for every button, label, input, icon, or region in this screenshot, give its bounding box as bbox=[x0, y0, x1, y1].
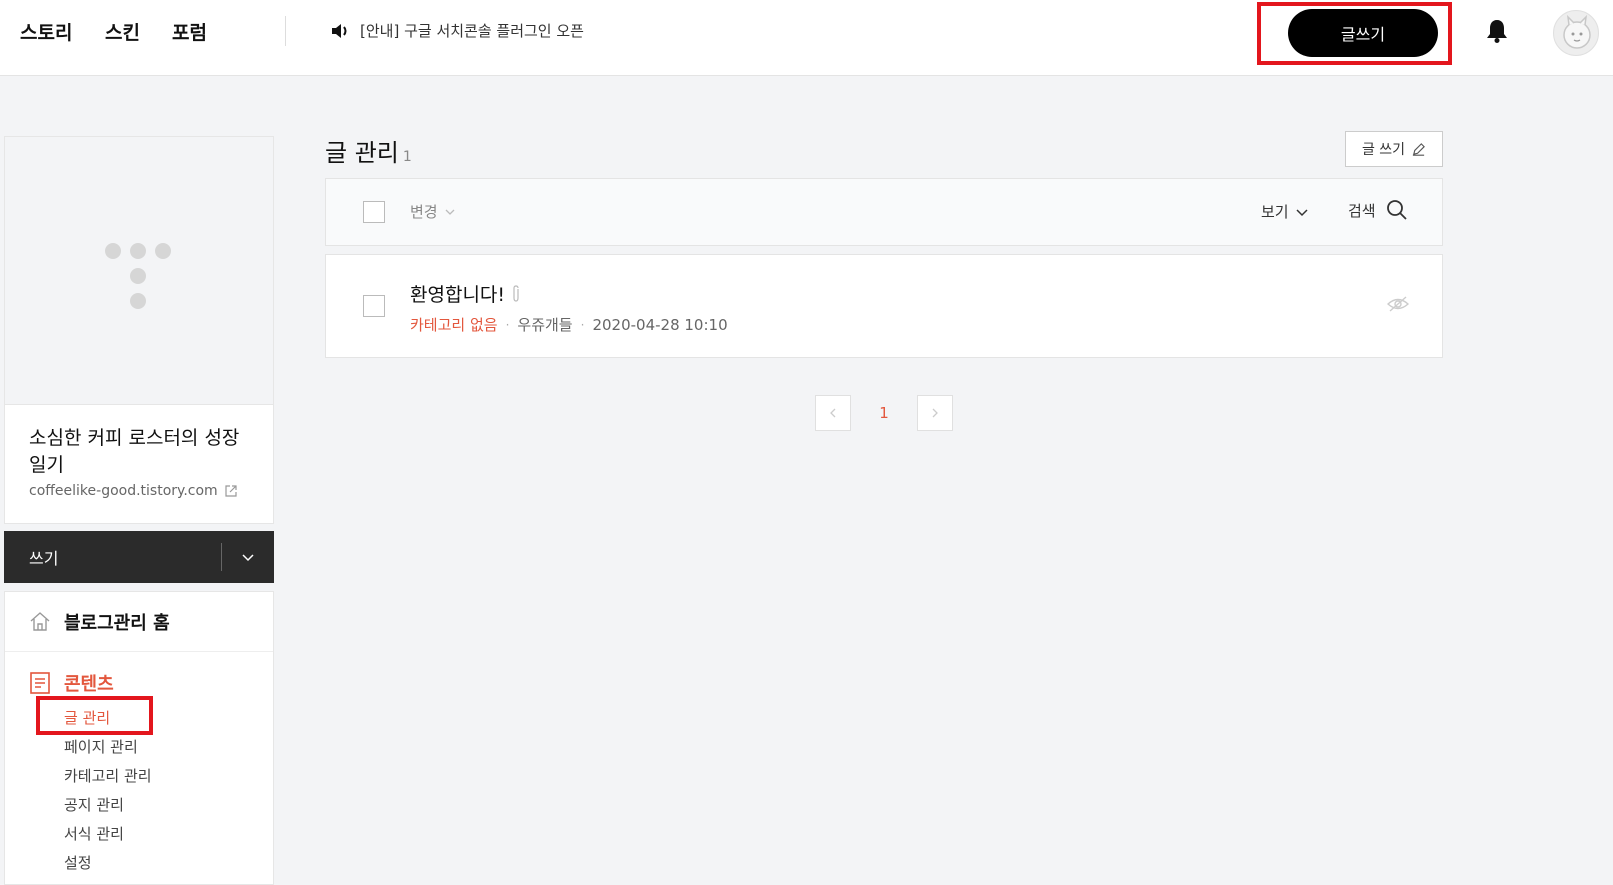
change-label: 변경 bbox=[410, 203, 438, 221]
post-count: 1 bbox=[402, 149, 412, 165]
profile-icon bbox=[1563, 14, 1591, 49]
chevron-down-icon[interactable] bbox=[238, 547, 258, 567]
post-row: 환영합니다! 카테고리 없음 · 우쥬개들 · 2020-04-28 10:10 bbox=[325, 254, 1443, 358]
blog-thumbnail bbox=[5, 137, 273, 405]
post-date: 2020-04-28 10:10 bbox=[592, 315, 728, 334]
menu-notice-manage[interactable]: 공지 관리 bbox=[64, 794, 124, 815]
view-label: 보기 bbox=[1261, 203, 1289, 221]
next-page-button[interactable] bbox=[917, 395, 953, 431]
post-title-text: 환영합니다! bbox=[410, 284, 506, 306]
select-all-checkbox[interactable] bbox=[363, 201, 385, 223]
post-title[interactable]: 환영합니다! bbox=[410, 280, 521, 307]
chevron-left-icon bbox=[830, 408, 836, 418]
document-icon bbox=[30, 672, 50, 694]
bell-icon[interactable] bbox=[1484, 18, 1510, 44]
blog-url-text: coffeelike-good.tistory.com bbox=[29, 483, 218, 499]
blog-url-link[interactable]: coffeelike-good.tistory.com bbox=[29, 483, 238, 499]
blog-card: 소심한 커피 로스터의 성장 일기 coffeelike-good.tistor… bbox=[4, 136, 274, 524]
search-label: 검색 bbox=[1348, 201, 1376, 220]
logo-dot bbox=[130, 243, 146, 259]
prev-page-button[interactable] bbox=[815, 395, 851, 431]
view-dropdown[interactable]: 보기 bbox=[1261, 201, 1309, 222]
page-number[interactable]: 1 bbox=[851, 404, 917, 422]
menu-template-manage[interactable]: 서식 관리 bbox=[64, 823, 124, 844]
search-button[interactable]: 검색 bbox=[1348, 199, 1408, 221]
meta-separator: · bbox=[580, 317, 585, 332]
menu-home-label: 블로그관리 홈 bbox=[64, 613, 170, 634]
menu-category-manage[interactable]: 카테고리 관리 bbox=[64, 765, 152, 786]
nav-skin[interactable]: 스킨 bbox=[105, 18, 140, 45]
nav-divider bbox=[285, 16, 286, 46]
avatar[interactable] bbox=[1553, 10, 1599, 56]
search-icon bbox=[1386, 200, 1407, 220]
change-dropdown[interactable]: 변경 bbox=[410, 201, 456, 222]
post-author: 우쥬개들 bbox=[517, 316, 573, 334]
pencil-icon bbox=[1412, 142, 1425, 156]
post-checkbox[interactable] bbox=[363, 295, 385, 317]
paperclip-icon bbox=[513, 284, 519, 302]
notice-text: [안내] 구글 서치콘솔 플러그인 오픈 bbox=[360, 22, 584, 40]
top-header: 스토리 스킨 포럼 [안내] 구글 서치콘솔 플러그인 오픈 글쓰기 bbox=[0, 0, 1613, 76]
small-write-button[interactable]: 글 쓰기 bbox=[1345, 131, 1443, 167]
page-title: 글 관리 1 bbox=[325, 133, 412, 168]
home-icon bbox=[30, 612, 50, 631]
logo-dot bbox=[130, 293, 146, 309]
chevron-right-icon bbox=[932, 408, 938, 418]
list-toolbar: 변경 보기 검색 bbox=[325, 178, 1443, 246]
visibility-hidden-icon[interactable] bbox=[1386, 295, 1410, 313]
notice-banner[interactable]: [안내] 구글 서치콘솔 플러그인 오픈 bbox=[330, 20, 584, 41]
post-meta: 카테고리 없음 · 우쥬개들 · 2020-04-28 10:10 bbox=[410, 314, 728, 335]
pagination: 1 bbox=[815, 395, 953, 431]
admin-menu: 블로그관리 홈 콘텐츠 글 관리 페이지 관리 카테고리 관리 공지 관리 서식… bbox=[4, 591, 274, 885]
blog-title[interactable]: 소심한 커피 로스터의 성장 일기 bbox=[29, 425, 259, 479]
page-title-text: 글 관리 bbox=[325, 139, 399, 167]
nav-forum[interactable]: 포럼 bbox=[172, 18, 207, 45]
write-button[interactable]: 글쓰기 bbox=[1288, 9, 1438, 57]
write-menu[interactable]: 쓰기 bbox=[4, 531, 274, 583]
speaker-icon bbox=[332, 23, 347, 38]
menu-contents[interactable]: 콘텐츠 bbox=[64, 670, 114, 696]
menu-post-manage[interactable]: 글 관리 bbox=[64, 707, 110, 728]
nav-story[interactable]: 스토리 bbox=[20, 18, 72, 45]
small-write-label: 글 쓰기 bbox=[1361, 142, 1406, 158]
logo-dot bbox=[105, 243, 121, 259]
menu-page-manage[interactable]: 페이지 관리 bbox=[64, 736, 138, 757]
chevron-down-icon bbox=[445, 209, 455, 215]
write-menu-label: 쓰기 bbox=[29, 549, 59, 568]
menu-settings[interactable]: 설정 bbox=[64, 852, 92, 873]
chevron-down-icon bbox=[1296, 208, 1308, 216]
logo-dot bbox=[130, 268, 146, 284]
write-menu-divider bbox=[221, 543, 222, 571]
logo-dot bbox=[155, 243, 171, 259]
post-category[interactable]: 카테고리 없음 bbox=[410, 314, 498, 335]
external-link-icon bbox=[225, 485, 237, 497]
menu-home[interactable]: 블로그관리 홈 bbox=[5, 592, 273, 652]
meta-separator: · bbox=[505, 317, 510, 332]
